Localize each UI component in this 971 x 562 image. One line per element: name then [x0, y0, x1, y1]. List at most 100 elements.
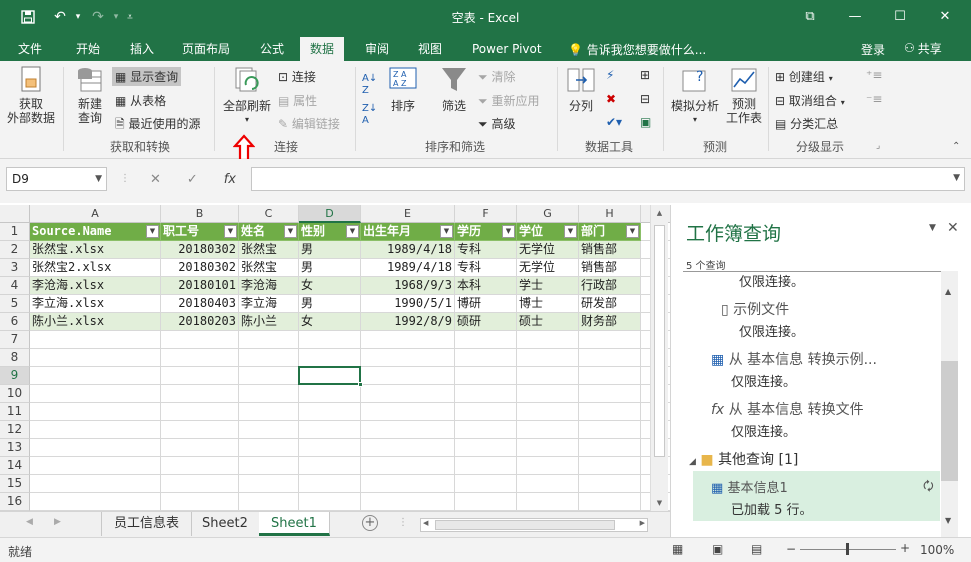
cancel-icon[interactable]: ✕ [150, 172, 161, 187]
tab-view[interactable]: 视图 [408, 37, 452, 61]
row-header-9[interactable]: 9 [0, 367, 30, 385]
cell[interactable] [517, 475, 579, 493]
cell[interactable] [239, 331, 299, 349]
sign-in-link[interactable]: 登录 [861, 41, 885, 58]
cell[interactable] [239, 457, 299, 475]
spreadsheet-grid[interactable]: ABCDEFGHI 12345678910111213141516 Source… [0, 205, 670, 511]
cell[interactable] [239, 421, 299, 439]
table-cell[interactable]: 1989/4/18 [361, 259, 455, 277]
table-header-cell[interactable]: 职工号 ▼ [161, 223, 239, 241]
page-layout-view-icon[interactable]: ▣ [712, 542, 723, 556]
cell[interactable] [239, 403, 299, 421]
scroll-left-icon[interactable]: ◀ [423, 519, 428, 527]
table-header-cell[interactable]: 性别 ▼ [299, 223, 361, 241]
cell[interactable] [361, 475, 455, 493]
filter-dropdown-icon[interactable]: ▼ [224, 225, 237, 238]
cell[interactable] [455, 439, 517, 457]
row-header-12[interactable]: 12 [0, 421, 30, 439]
cell[interactable] [30, 421, 161, 439]
cell[interactable] [161, 457, 239, 475]
table-cell[interactable]: 硕研 [455, 313, 517, 331]
tell-me-box[interactable]: 💡 告诉我您想要做什么... [568, 41, 706, 58]
cell[interactable] [239, 493, 299, 511]
collapse-ribbon-icon[interactable]: ⌃ [952, 141, 960, 152]
table-header-cell[interactable]: 出生年月 ▼ [361, 223, 455, 241]
table-cell[interactable]: 李沧海 [239, 277, 299, 295]
row-header-10[interactable]: 10 [0, 385, 30, 403]
table-cell[interactable]: 财务部 [579, 313, 641, 331]
table-cell[interactable]: 专科 [455, 259, 517, 277]
refresh-dropdown-icon[interactable]: ▾ [219, 113, 275, 127]
cell[interactable] [455, 385, 517, 403]
vertical-scroll-thumb[interactable] [654, 225, 665, 457]
row-header-7[interactable]: 7 [0, 331, 30, 349]
cell[interactable] [517, 349, 579, 367]
row-header-5[interactable]: 5 [0, 295, 30, 313]
table-cell[interactable]: 硕士 [517, 313, 579, 331]
manage-data-model-button[interactable]: ▣ [640, 115, 651, 129]
table-cell[interactable]: 20180101 [161, 277, 239, 295]
table-cell[interactable]: 李立海 [239, 295, 299, 313]
refresh-all-button[interactable]: 全部刷新 ▾ [219, 65, 275, 127]
column-header-g[interactable]: G [517, 205, 579, 223]
cell[interactable] [579, 457, 641, 475]
cell[interactable] [517, 331, 579, 349]
table-cell[interactable]: 博研 [455, 295, 517, 313]
cell[interactable] [299, 331, 361, 349]
cell[interactable] [361, 385, 455, 403]
cell[interactable] [455, 331, 517, 349]
table-header-cell[interactable]: 学位 ▼ [517, 223, 579, 241]
table-cell[interactable]: 博士 [517, 295, 579, 313]
table-cell[interactable]: 1968/9/3 [361, 277, 455, 295]
show-detail-button[interactable]: ⁺≡ [866, 68, 882, 82]
cell[interactable] [361, 493, 455, 511]
column-header-d[interactable]: D [299, 205, 361, 223]
cell[interactable] [517, 367, 579, 385]
clear-filter-button[interactable]: ⏷ 清除 [478, 68, 515, 85]
table-cell[interactable]: 学士 [517, 277, 579, 295]
row-header-4[interactable]: 4 [0, 277, 30, 295]
horizontal-scrollbar[interactable]: ◀ ▶ [420, 518, 648, 532]
cell[interactable] [30, 331, 161, 349]
table-cell[interactable]: 无学位 [517, 241, 579, 259]
table-cell[interactable]: 本科 [455, 277, 517, 295]
cell[interactable] [30, 439, 161, 457]
cell[interactable] [579, 385, 641, 403]
row-header-11[interactable]: 11 [0, 403, 30, 421]
reapply-button[interactable]: ⏷ 重新应用 [478, 92, 539, 109]
tab-review[interactable]: 审阅 [355, 37, 399, 61]
forecast-sheet-button[interactable]: 预测 工作表 [724, 65, 764, 125]
cell[interactable] [455, 367, 517, 385]
insert-function-icon[interactable]: fx [224, 172, 236, 187]
query-group-other[interactable]: ◢ ■ 其他查询 [1] [689, 449, 798, 469]
cell[interactable] [579, 349, 641, 367]
cell[interactable] [30, 403, 161, 421]
cell[interactable] [579, 367, 641, 385]
row-header-13[interactable]: 13 [0, 439, 30, 457]
tab-data[interactable]: 数据 [300, 37, 345, 61]
enter-icon[interactable]: ✓ [187, 172, 198, 187]
cell[interactable] [517, 403, 579, 421]
cell[interactable] [517, 493, 579, 511]
table-cell[interactable]: 销售部 [579, 259, 641, 277]
table-cell[interactable]: 男 [299, 259, 361, 277]
cell[interactable] [517, 439, 579, 457]
active-cell[interactable] [298, 366, 363, 387]
sort-descending-button[interactable]: Z↓ A [362, 103, 377, 127]
remove-duplicates-button[interactable]: ✖ [606, 92, 616, 106]
filter-dropdown-icon[interactable]: ▼ [146, 225, 159, 238]
pane-scrollbar[interactable]: ▲ ▼ [941, 271, 958, 537]
fill-handle[interactable] [358, 382, 363, 387]
cell[interactable] [455, 421, 517, 439]
cell[interactable] [361, 331, 455, 349]
cell[interactable] [161, 385, 239, 403]
table-header-cell[interactable]: 部门 ▼ [579, 223, 641, 241]
row-header-14[interactable]: 14 [0, 457, 30, 475]
pane-scroll-up-icon[interactable]: ▲ [945, 287, 951, 296]
cell[interactable] [30, 349, 161, 367]
cell[interactable] [455, 475, 517, 493]
zoom-in-icon[interactable]: + [900, 541, 910, 555]
zoom-slider-thumb[interactable] [846, 543, 849, 555]
share-button[interactable]: ⚇ 共享 [900, 38, 946, 58]
cell[interactable] [239, 439, 299, 457]
